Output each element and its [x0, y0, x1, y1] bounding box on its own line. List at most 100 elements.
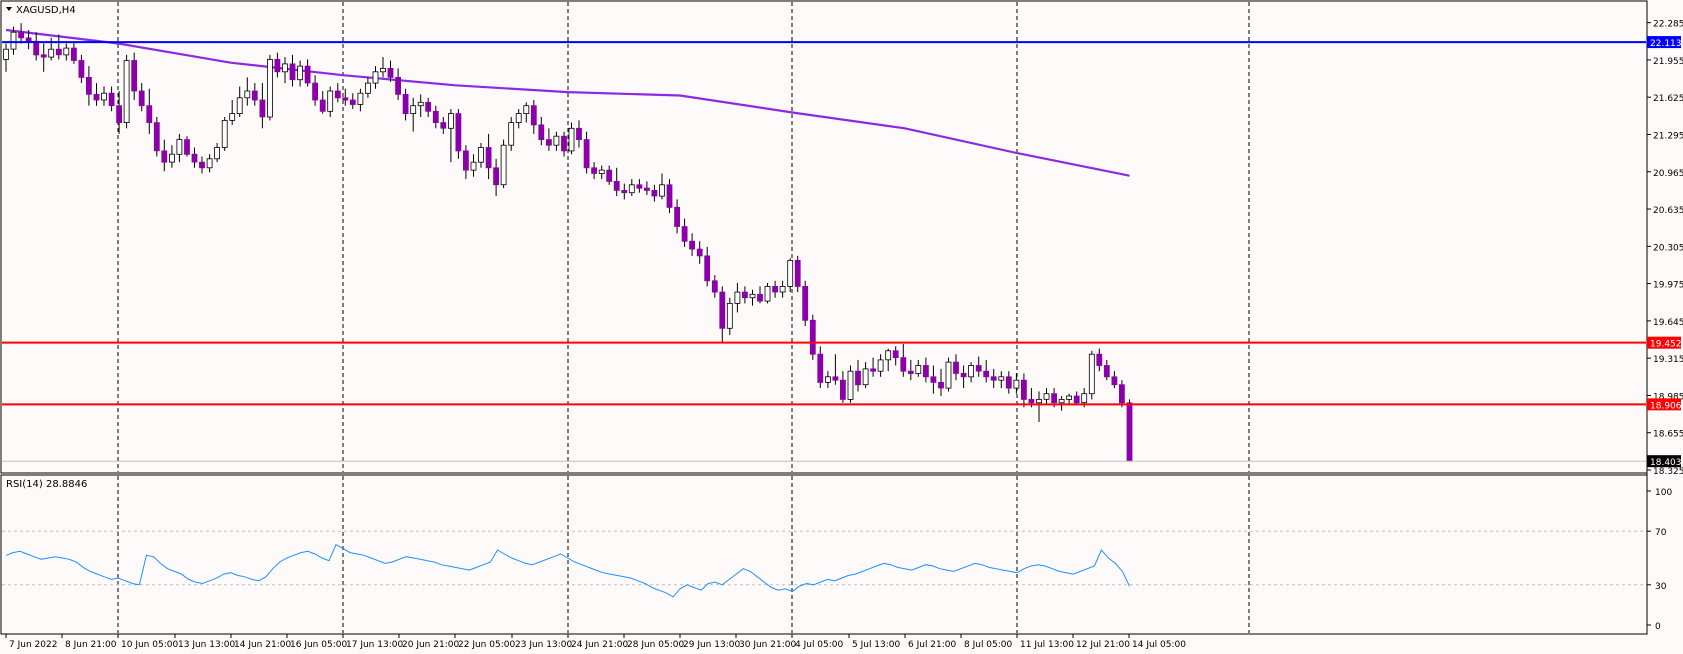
candle-body — [757, 293, 763, 302]
candle-body — [1081, 393, 1088, 404]
xaxis-label: 23 Jun 13:00 — [515, 640, 572, 650]
price-axis-label: 18.325 — [1653, 467, 1683, 477]
candle-body — [1028, 398, 1035, 404]
candle-body — [1103, 365, 1110, 378]
candle-body — [319, 99, 326, 112]
candle-body — [312, 82, 319, 101]
candle-body — [900, 357, 907, 372]
level-price-label: 22.113 — [1650, 39, 1682, 49]
candle-body — [131, 60, 138, 92]
xaxis-label: 13 Jun 13:00 — [178, 640, 235, 650]
candle-body — [530, 105, 537, 126]
xaxis-label: 14 Jul 05:00 — [1132, 640, 1186, 650]
candle-body — [1111, 376, 1118, 386]
candle-body — [327, 90, 334, 112]
candle-body — [847, 370, 854, 400]
rsi-axis-label: 100 — [1655, 488, 1672, 498]
candle-body — [794, 259, 801, 287]
candle-body — [832, 376, 839, 381]
candle-body — [915, 365, 922, 374]
candle-body — [749, 293, 756, 299]
price-axis-label: 19.645 — [1653, 318, 1683, 328]
candle-body — [938, 381, 944, 389]
candle-body — [108, 92, 115, 106]
candle-body — [1005, 376, 1012, 389]
candle-body — [221, 120, 228, 148]
xaxis-label: 29 Jun 13:00 — [683, 640, 740, 650]
candle-body — [116, 105, 122, 123]
xaxis-label: 10 Jun 05:00 — [121, 640, 178, 650]
candle-body — [953, 361, 959, 374]
candle-body — [229, 113, 236, 121]
candle-body — [968, 365, 974, 378]
candle-body — [998, 376, 1005, 381]
candle-body — [613, 180, 620, 191]
candle-body — [877, 359, 884, 372]
candle-body — [372, 71, 379, 84]
candle-body — [636, 184, 643, 189]
candle-body — [199, 161, 205, 169]
xaxis-label: 12 Jul 21:00 — [1076, 640, 1130, 650]
candle-body — [892, 350, 899, 358]
candle-body — [546, 139, 552, 146]
candle-body — [1051, 393, 1057, 404]
xaxis-label: 28 Jun 05:00 — [627, 640, 684, 650]
candle-body — [802, 285, 809, 321]
candle-body — [78, 60, 85, 78]
candle-body — [960, 372, 967, 378]
candle-body — [244, 90, 251, 99]
candle-body — [410, 105, 417, 114]
candle-body — [214, 147, 221, 160]
candle-body — [432, 110, 439, 124]
candle-body — [364, 82, 371, 94]
candle-body — [606, 169, 613, 182]
candle-body — [455, 113, 462, 152]
candle-body — [304, 65, 311, 84]
xaxis-label: 30 Jun 21:00 — [739, 640, 796, 650]
candle-body — [689, 240, 695, 250]
candle-body — [86, 77, 92, 95]
candle-body — [395, 77, 402, 95]
candle-body — [711, 280, 718, 293]
candle-body — [25, 37, 32, 42]
price-axis-label: 22.285 — [1653, 20, 1683, 30]
level-price-label: 18.906 — [1650, 401, 1682, 411]
candle-body — [696, 248, 703, 257]
candle-body — [206, 158, 213, 169]
candle-body — [18, 31, 25, 39]
candle-body — [184, 139, 190, 155]
candle — [184, 136, 190, 157]
candle-body — [417, 101, 424, 107]
candle-body — [402, 94, 409, 115]
price-axis-label: 20.305 — [1653, 243, 1683, 253]
candle-body — [598, 169, 605, 174]
candle-body — [855, 370, 861, 386]
candle-body — [734, 291, 741, 304]
candle-body — [681, 226, 688, 242]
candle-body — [63, 47, 70, 56]
chart-root[interactable]: 22.285 21.955 21.625 21.295 20.965 20.635 20.3… — [0, 0, 1683, 654]
candle-body — [1096, 353, 1103, 366]
xaxis-label: 7 Jun 2022 — [9, 640, 57, 650]
xaxis-label: 8 Jun 21:00 — [65, 640, 117, 650]
candle-body — [462, 150, 469, 171]
candle-body — [1066, 395, 1072, 400]
candle-body — [742, 291, 748, 299]
candle-body — [651, 189, 658, 197]
price-axis-label: 19.315 — [1653, 355, 1683, 365]
candle — [794, 255, 801, 293]
candle-body — [334, 90, 341, 99]
candle-body — [447, 113, 454, 129]
candle-body — [1088, 353, 1095, 395]
xaxis-label: 5 Jul 13:00 — [852, 640, 901, 650]
candle-body — [515, 113, 522, 123]
candle-body — [726, 302, 733, 329]
price-axis-label: 21.625 — [1653, 94, 1683, 104]
candle-body — [48, 48, 55, 58]
candle-body — [176, 139, 183, 155]
candle-body — [297, 65, 304, 81]
candle-body — [568, 127, 575, 152]
candle-body — [553, 135, 560, 146]
candle-body — [1119, 384, 1125, 404]
candle-body — [259, 99, 266, 118]
